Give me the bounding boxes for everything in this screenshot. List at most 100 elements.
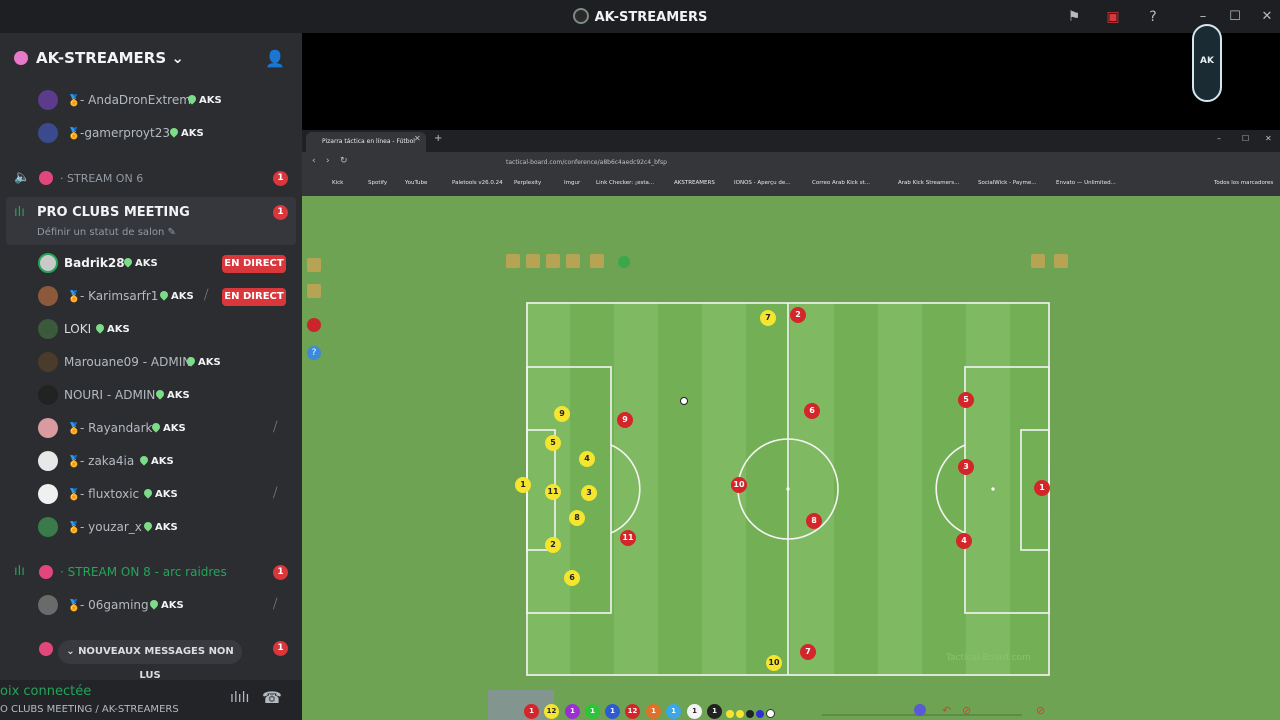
palette-orange-player[interactable]: 1 xyxy=(646,704,661,719)
download-icon[interactable] xyxy=(506,254,520,268)
settings-icon[interactable] xyxy=(1031,254,1045,268)
yellow-player[interactable]: 8 xyxy=(569,510,585,526)
red-player[interactable]: 7 xyxy=(800,644,816,660)
marker-yellow[interactable] xyxy=(726,710,734,718)
disconnect-icon[interactable]: ☎ xyxy=(262,688,282,707)
add-member-icon[interactable]: 👤 xyxy=(265,49,285,68)
server-header[interactable]: AK-STREAMERS ⌄ 👤 xyxy=(0,33,302,83)
palette-black-player[interactable]: 1 xyxy=(707,704,722,719)
palette-red-player[interactable]: 12 xyxy=(625,704,640,719)
palette-red-player[interactable]: 1 xyxy=(524,704,539,719)
bookmark[interactable]: Envato — Unlimited... xyxy=(1056,180,1116,186)
marker-black[interactable] xyxy=(746,710,754,718)
bookmark-icon[interactable] xyxy=(546,254,560,268)
forward-icon[interactable]: › xyxy=(326,156,330,166)
link-icon[interactable] xyxy=(590,254,604,268)
bookmark[interactable]: SocialWick - Payme... xyxy=(978,180,1037,186)
red-player[interactable]: 10 xyxy=(731,477,747,493)
bookmark[interactable]: Paletools v26.0.24 xyxy=(452,180,503,186)
yellow-player[interactable]: 4 xyxy=(579,451,595,467)
palette-white-player[interactable]: 1 xyxy=(687,704,702,719)
red-player[interactable]: 6 xyxy=(804,403,820,419)
browser-tab[interactable]: Pizarra táctica en línea - Fútbol xyxy=(306,132,426,152)
bookmark[interactable]: Spotify xyxy=(368,180,387,186)
screen-share-icon[interactable]: ▣ xyxy=(1104,8,1122,26)
channel-pro-clubs-meeting[interactable]: ılı PRO CLUBS MEETING Définir un statut … xyxy=(6,197,296,245)
user-icon[interactable] xyxy=(1054,254,1068,268)
noise-suppression-icon[interactable]: ılılı xyxy=(230,690,249,706)
bookmark[interactable]: Link Checker: ¡esta... xyxy=(596,180,654,186)
yellow-player[interactable]: 2 xyxy=(545,537,561,553)
yellow-player[interactable]: 5 xyxy=(545,435,561,451)
clear-icon[interactable]: ⊘ xyxy=(962,704,971,717)
yellow-player[interactable]: 10 xyxy=(766,655,782,671)
close-icon[interactable]: ✕ xyxy=(1258,8,1276,26)
language-flag-icon[interactable] xyxy=(307,318,321,332)
palette-blue-player[interactable]: 1 xyxy=(605,704,620,719)
football-pitch[interactable]: Tactical-Board.com 9 5 4 1 11 3 8 2 6 7 … xyxy=(515,302,1057,676)
yellow-player[interactable]: 9 xyxy=(554,406,570,422)
voice-member[interactable]: 🏅 - Rayandark AKS ⧸ xyxy=(0,414,302,444)
maximize-icon[interactable]: ☐ xyxy=(1226,8,1244,26)
yellow-player[interactable]: 11 xyxy=(545,484,561,500)
back-icon[interactable]: ‹ xyxy=(312,156,316,166)
red-player[interactable]: 3 xyxy=(958,459,974,475)
color-picker-icon[interactable] xyxy=(914,704,926,716)
red-player[interactable]: 5 xyxy=(958,392,974,408)
palette-cyan-player[interactable]: 1 xyxy=(666,704,681,719)
grid-icon[interactable] xyxy=(566,254,580,268)
bookmark[interactable]: YouTube xyxy=(405,180,427,186)
bookmark[interactable]: Perplexity xyxy=(514,180,541,186)
undo-icon[interactable]: ↶ xyxy=(942,704,951,717)
voice-member[interactable]: 🏅 -gamerproyt23 AKS xyxy=(0,119,302,149)
voice-member[interactable]: 🏅 - AndaDronExtrem AKS xyxy=(0,86,302,116)
browser-close-icon[interactable]: ✕ xyxy=(1265,134,1272,143)
palette-yellow-player[interactable]: 12 xyxy=(544,704,559,719)
yellow-player[interactable]: 7 xyxy=(760,310,776,326)
yellow-player[interactable]: 1 xyxy=(515,477,531,493)
browser-maximize-icon[interactable]: ☐ xyxy=(1242,134,1249,143)
voice-member[interactable]: 🏅 - 06gaming AKS ⧸ xyxy=(0,591,302,621)
red-player[interactable]: 11 xyxy=(620,530,636,546)
bookmark[interactable]: Correo Arab Kick st... xyxy=(812,180,870,186)
channel-status[interactable]: Définir un statut de salon ✎ xyxy=(37,227,176,238)
ball-icon[interactable] xyxy=(680,397,688,405)
bookmark[interactable]: Kick xyxy=(332,180,343,186)
voice-member[interactable]: 🏅 - zaka4ia AKS xyxy=(0,447,302,477)
marker-yellow[interactable] xyxy=(736,710,744,718)
voice-member[interactable]: NOURI - ADMIN AKS xyxy=(0,381,302,411)
crop-icon[interactable] xyxy=(526,254,540,268)
voice-channel-path[interactable]: O CLUBS MEETING / AK-STREAMERS xyxy=(0,704,179,715)
new-unread-messages-button[interactable]: ⌄ NOUVEAUX MESSAGES NON LUS xyxy=(58,640,242,681)
reload-icon[interactable]: ↻ xyxy=(340,156,348,166)
ball-icon[interactable] xyxy=(766,709,775,718)
bookmark[interactable]: AKSTREAMERS xyxy=(674,180,715,186)
bookmark[interactable]: Arab Kick Streamers... xyxy=(898,180,959,186)
voice-member[interactable]: 🏅 - youzar_x AKS xyxy=(0,513,302,543)
channel-stream-on-8[interactable]: ılı · STREAM ON 8 - arc raidres 1 xyxy=(0,557,302,587)
marker-blue[interactable] xyxy=(756,710,764,718)
voice-member[interactable]: Marouane09 - ADMIN AKS xyxy=(0,348,302,378)
bookmark[interactable]: Todos los marcadores xyxy=(1214,180,1273,186)
inbox-flag-icon[interactable]: ⚑ xyxy=(1065,8,1083,26)
red-player[interactable]: 4 xyxy=(956,533,972,549)
yellow-player[interactable]: 3 xyxy=(581,485,597,501)
voice-member[interactable]: 🏅 - fluxtoxic AKS ⧸ xyxy=(0,480,302,510)
red-player[interactable]: 9 xyxy=(617,412,633,428)
palette-green-player[interactable]: 1 xyxy=(585,704,600,719)
channel-stream-on-6[interactable]: 🔈 · STREAM ON 6 1 xyxy=(0,163,302,193)
voice-member[interactable]: 🏅 - Karimsarfr1 AKS ⧸ EN DIRECT xyxy=(0,282,302,312)
voice-member[interactable]: LOKI AKS xyxy=(0,315,302,345)
help-icon[interactable]: ? xyxy=(1144,8,1162,26)
red-player[interactable]: 2 xyxy=(790,307,806,323)
delete-icon[interactable]: ⊘ xyxy=(1036,704,1045,717)
red-player[interactable]: 1 xyxy=(1034,480,1050,496)
expand-icon[interactable] xyxy=(307,284,321,298)
bookmark[interactable]: Imgur xyxy=(564,180,580,186)
tab-close-icon[interactable]: ✕ xyxy=(414,134,421,143)
palette-purple-player[interactable]: 1 xyxy=(565,704,580,719)
help-circle-icon[interactable]: ? xyxy=(307,346,321,360)
browser-minimize-icon[interactable]: – xyxy=(1217,134,1221,143)
new-tab-icon[interactable]: + xyxy=(434,133,442,144)
voice-member[interactable]: Badrik28 AKS EN DIRECT xyxy=(0,249,302,279)
